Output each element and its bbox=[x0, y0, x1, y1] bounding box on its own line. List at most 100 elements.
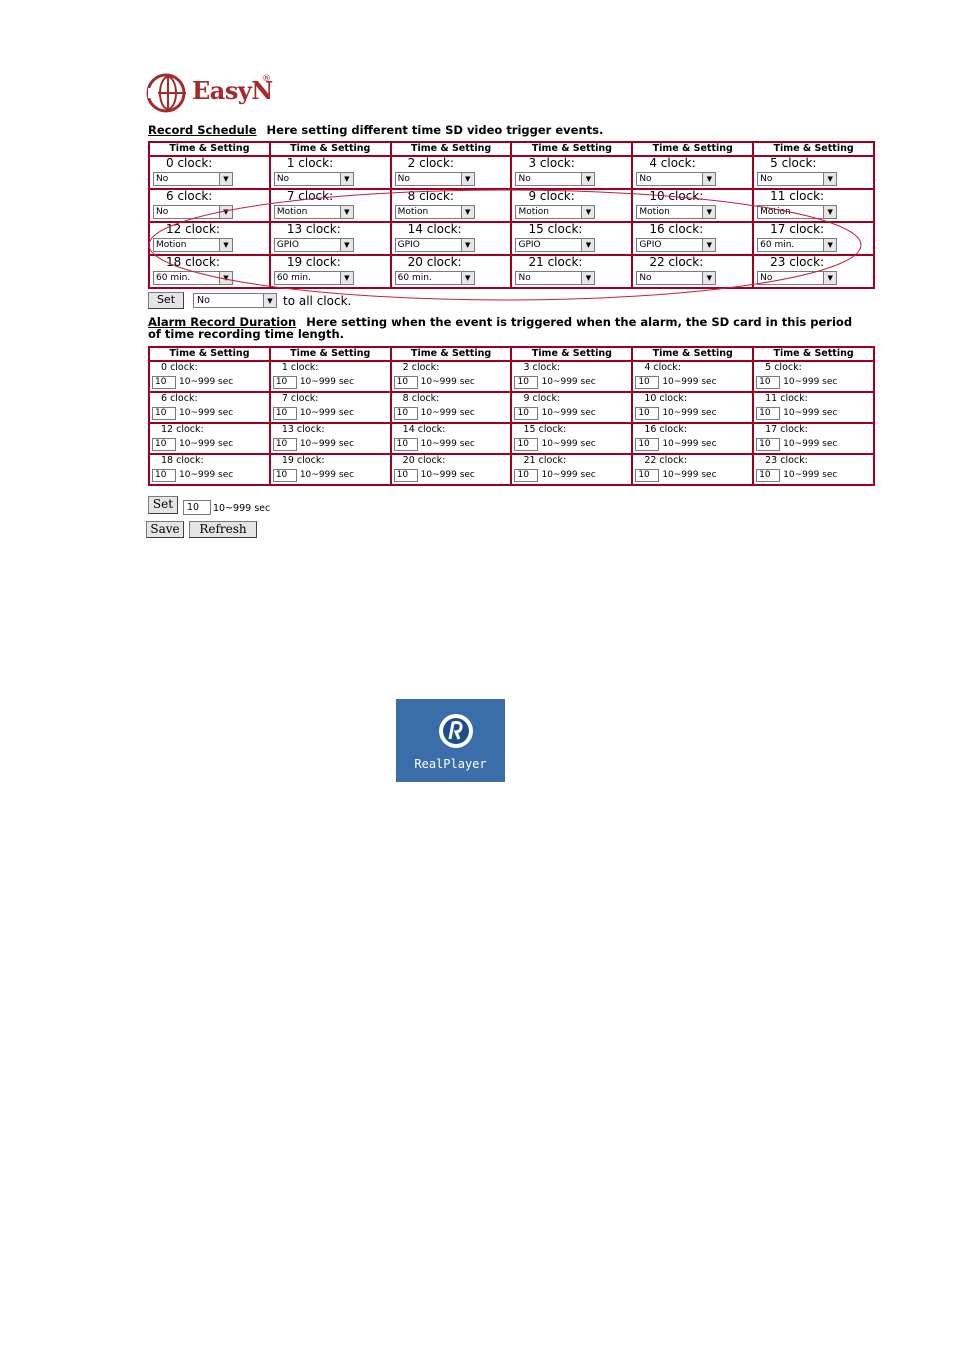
duration-row: 10 10~999 sec bbox=[635, 406, 752, 420]
duration-input[interactable]: 10 bbox=[393, 468, 418, 482]
duration-input[interactable]: 10 bbox=[635, 406, 660, 420]
chevron-down-icon: ▼ bbox=[263, 294, 276, 307]
duration-input[interactable]: 10 bbox=[514, 375, 539, 389]
schedule-select[interactable]: No ▼ bbox=[153, 172, 233, 186]
chevron-down-icon: ▼ bbox=[581, 173, 595, 185]
schedule-select[interactable]: GPIO ▼ bbox=[636, 238, 717, 252]
schedule-select[interactable]: Motion ▼ bbox=[153, 238, 233, 252]
duration-range: 10~999 sec bbox=[420, 408, 475, 418]
schedule-cell: 4 clock: No ▼ bbox=[631, 155, 755, 190]
duration-range: 10~999 sec bbox=[541, 470, 596, 480]
schedule-select-value: 60 min. bbox=[397, 273, 432, 283]
schedule-all-value: No bbox=[197, 295, 210, 306]
schedule-select[interactable]: Motion ▼ bbox=[273, 205, 354, 219]
chevron-down-icon: ▼ bbox=[823, 272, 837, 284]
chevron-down-icon: ▼ bbox=[339, 272, 353, 284]
duration-input[interactable]: 10 bbox=[514, 406, 539, 420]
duration-input[interactable]: 10 bbox=[514, 468, 539, 482]
schedule-select-value: No bbox=[760, 273, 773, 283]
duration-range: 10~999 sec bbox=[783, 408, 838, 418]
schedule-cell: 14 clock: GPIO ▼ bbox=[389, 221, 513, 256]
duration-cell: 5 clock: 10 10~999 sec bbox=[752, 360, 875, 393]
schedule-select[interactable]: No ▼ bbox=[153, 205, 233, 219]
duration-clock-label: 22 clock: bbox=[644, 455, 688, 466]
schedule-select[interactable]: No ▼ bbox=[394, 172, 475, 186]
record-schedule-heading: Record Schedule Here setting different ti… bbox=[148, 124, 868, 136]
duration-input[interactable]: 10 bbox=[152, 375, 176, 389]
schedule-cell: 22 clock: No ▼ bbox=[631, 254, 755, 289]
duration-input[interactable]: 10 bbox=[514, 437, 539, 451]
duration-input[interactable]: 10 bbox=[393, 375, 418, 389]
schedule-select[interactable]: No ▼ bbox=[273, 172, 354, 186]
schedule-select[interactable]: No ▼ bbox=[515, 271, 596, 285]
realplayer-label: RealPlayer bbox=[414, 757, 487, 771]
schedule-select[interactable]: 60 min. ▼ bbox=[757, 238, 838, 252]
duration-input[interactable]: 10 bbox=[635, 375, 660, 389]
realplayer-icon[interactable]: RealPlayer bbox=[396, 699, 505, 782]
schedule-column-header: Time & Setting bbox=[148, 141, 271, 157]
save-button[interactable]: Save bbox=[146, 521, 184, 538]
duration-input[interactable]: 10 bbox=[756, 468, 781, 482]
schedule-clock-label: 22 clock: bbox=[649, 255, 704, 269]
duration-input[interactable]: 10 bbox=[635, 468, 660, 482]
duration-input[interactable]: 10 bbox=[272, 468, 297, 482]
duration-row: 10 10~999 sec bbox=[393, 375, 511, 389]
duration-cell: 11 clock: 10 10~999 sec bbox=[752, 391, 875, 424]
record-schedule-link[interactable]: Record Schedule bbox=[148, 123, 257, 137]
duration-all-range: 10~999 sec bbox=[213, 503, 271, 514]
duration-input[interactable]: 10 bbox=[635, 437, 660, 451]
schedule-select[interactable]: No ▼ bbox=[757, 172, 838, 186]
schedule-clock-label: 21 clock: bbox=[528, 255, 583, 269]
duration-input[interactable]: 10 bbox=[756, 375, 781, 389]
duration-input[interactable]: 10 bbox=[152, 437, 176, 451]
duration-clock-label: 19 clock: bbox=[281, 455, 325, 466]
duration-input[interactable]: 10 bbox=[756, 406, 781, 420]
schedule-cell: 0 clock: No ▼ bbox=[148, 155, 271, 190]
easyn-logo: EasyN ® bbox=[146, 72, 286, 116]
schedule-clock-label: 11 clock: bbox=[770, 189, 825, 203]
schedule-select[interactable]: No ▼ bbox=[636, 172, 717, 186]
schedule-select[interactable]: GPIO ▼ bbox=[515, 238, 596, 252]
duration-input[interactable]: 10 bbox=[272, 406, 297, 420]
schedule-select[interactable]: Motion ▼ bbox=[394, 205, 475, 219]
schedule-select[interactable]: 60 min. ▼ bbox=[394, 271, 475, 285]
chevron-down-icon: ▼ bbox=[702, 239, 716, 251]
duration-all-input[interactable]: 10 bbox=[183, 500, 211, 515]
schedule-set-button[interactable]: Set bbox=[148, 292, 184, 309]
refresh-button[interactable]: Refresh bbox=[189, 521, 257, 538]
duration-set-button[interactable]: Set bbox=[148, 496, 178, 514]
alarm-duration-table: Time & Setting Time & Setting Time & Setti… bbox=[148, 346, 875, 486]
schedule-select-value: GPIO bbox=[276, 240, 299, 250]
schedule-select-value: No bbox=[156, 207, 169, 217]
schedule-select-value: No bbox=[760, 174, 773, 184]
duration-input[interactable]: 10 bbox=[152, 468, 176, 482]
schedule-cell: 2 clock: No ▼ bbox=[389, 155, 513, 190]
schedule-select[interactable]: 60 min. ▼ bbox=[153, 271, 233, 285]
schedule-select[interactable]: Motion ▼ bbox=[515, 205, 596, 219]
chevron-down-icon: ▼ bbox=[823, 206, 837, 218]
duration-input[interactable]: 10 bbox=[393, 437, 418, 451]
schedule-select[interactable]: No ▼ bbox=[515, 172, 596, 186]
schedule-clock-label: 6 clock: bbox=[166, 189, 213, 203]
schedule-select[interactable]: GPIO ▼ bbox=[394, 238, 475, 252]
chevron-down-icon: ▼ bbox=[460, 206, 474, 218]
schedule-select[interactable]: Motion ▼ bbox=[757, 205, 838, 219]
duration-clock-label: 14 clock: bbox=[402, 424, 446, 435]
chevron-down-icon: ▼ bbox=[702, 206, 716, 218]
duration-row: 10 10~999 sec bbox=[393, 437, 511, 451]
schedule-all-select[interactable]: No ▼ bbox=[193, 293, 277, 308]
duration-range: 10~999 sec bbox=[299, 408, 355, 418]
duration-input[interactable]: 10 bbox=[272, 375, 297, 389]
duration-input[interactable]: 10 bbox=[272, 437, 297, 451]
duration-range: 10~999 sec bbox=[662, 377, 717, 387]
logo-text: EasyN bbox=[192, 76, 273, 105]
schedule-select[interactable]: No ▼ bbox=[636, 271, 717, 285]
schedule-select[interactable]: 60 min. ▼ bbox=[273, 271, 354, 285]
duration-input[interactable]: 10 bbox=[152, 406, 176, 420]
duration-input[interactable]: 10 bbox=[393, 406, 418, 420]
schedule-select[interactable]: Motion ▼ bbox=[636, 205, 717, 219]
duration-input[interactable]: 10 bbox=[756, 437, 781, 451]
duration-clock-label: 0 clock: bbox=[161, 362, 198, 373]
schedule-select[interactable]: No ▼ bbox=[757, 271, 838, 285]
schedule-select[interactable]: GPIO ▼ bbox=[273, 238, 354, 252]
